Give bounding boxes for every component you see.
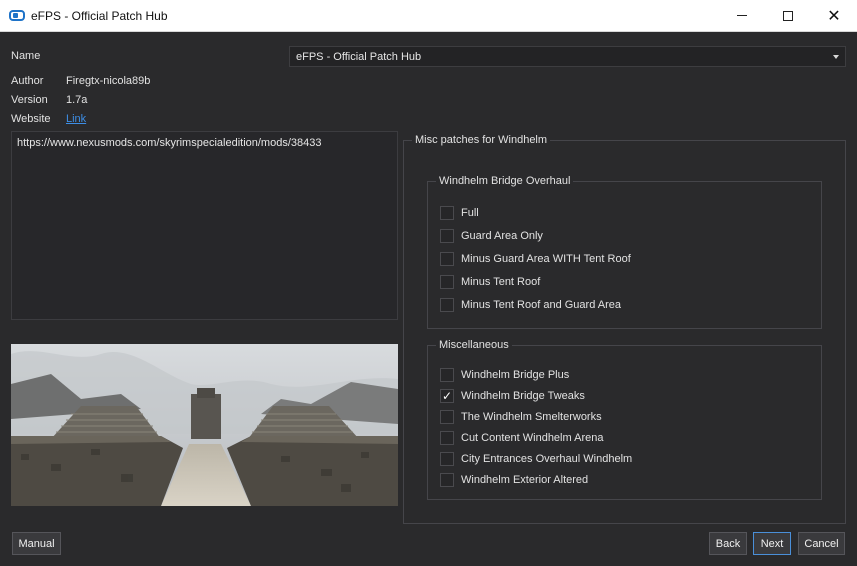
- dropdown-value: eFPS - Official Patch Hub: [296, 51, 422, 63]
- checkbox[interactable]: [440, 473, 454, 487]
- check-icon: ✓: [441, 389, 453, 403]
- checkbox-checked[interactable]: ✓: [440, 389, 454, 403]
- option-full[interactable]: Full: [440, 205, 479, 221]
- option-guard-area-only[interactable]: Guard Area Only: [440, 228, 543, 244]
- minimize-button[interactable]: [719, 0, 765, 31]
- checkbox[interactable]: [440, 410, 454, 424]
- title-bar: eFPS - Official Patch Hub ✕: [0, 0, 857, 32]
- back-button[interactable]: Back: [709, 532, 747, 555]
- preview-image: [11, 344, 398, 506]
- option-windhelm-bridge-tweaks[interactable]: ✓ Windhelm Bridge Tweaks: [440, 388, 585, 404]
- description-textarea[interactable]: https://www.nexusmods.com/skyrimspeciale…: [11, 131, 398, 320]
- option-windhelm-exterior-altered[interactable]: Windhelm Exterior Altered: [440, 472, 588, 488]
- website-label: Website: [11, 113, 51, 125]
- option-city-entrances-overhaul-windhelm[interactable]: City Entrances Overhaul Windhelm: [440, 451, 632, 467]
- window-title: eFPS - Official Patch Hub: [31, 9, 168, 23]
- name-label: Name: [11, 50, 41, 62]
- option-minus-tent-roof-and-guard-area[interactable]: Minus Tent Roof and Guard Area: [440, 297, 621, 313]
- cancel-button[interactable]: Cancel: [798, 532, 845, 555]
- miscellaneous-title: Miscellaneous: [436, 339, 512, 351]
- checkbox[interactable]: [440, 275, 454, 289]
- maximize-icon: [783, 10, 793, 21]
- maximize-button[interactable]: [765, 0, 811, 31]
- manual-button[interactable]: Manual: [12, 532, 61, 555]
- checkbox[interactable]: [440, 368, 454, 382]
- next-button[interactable]: Next: [753, 532, 791, 555]
- author-value: Firegtx-nicola89b: [66, 75, 151, 87]
- app-icon: [9, 10, 25, 21]
- checkbox[interactable]: [440, 252, 454, 266]
- checkbox[interactable]: [440, 229, 454, 243]
- preview-illustration: [11, 344, 398, 506]
- option-minus-tent-roof[interactable]: Minus Tent Roof: [440, 274, 540, 290]
- checkbox[interactable]: [440, 431, 454, 445]
- options-title: Misc patches for Windhelm: [412, 134, 551, 146]
- website-link[interactable]: Link: [66, 113, 86, 125]
- option-windhelm-smelterworks[interactable]: The Windhelm Smelterworks: [440, 409, 602, 425]
- chevron-down-icon: [833, 55, 839, 59]
- installer-name-dropdown[interactable]: eFPS - Official Patch Hub: [289, 46, 846, 67]
- bridge-overhaul-title: Windhelm Bridge Overhaul: [436, 175, 574, 187]
- checkbox[interactable]: [440, 206, 454, 220]
- option-minus-guard-area-with-tent-roof[interactable]: Minus Guard Area WITH Tent Roof: [440, 251, 631, 267]
- version-value: 1.7a: [66, 94, 88, 106]
- close-icon: ✕: [827, 5, 841, 25]
- checkbox[interactable]: [440, 298, 454, 312]
- close-button[interactable]: ✕: [811, 0, 857, 31]
- version-label: Version: [11, 94, 48, 106]
- description-text: https://www.nexusmods.com/skyrimspeciale…: [17, 137, 322, 149]
- option-cut-content-windhelm-arena[interactable]: Cut Content Windhelm Arena: [440, 430, 603, 446]
- author-label: Author: [11, 75, 44, 87]
- checkbox[interactable]: [440, 452, 454, 466]
- minimize-icon: [737, 15, 747, 16]
- option-windhelm-bridge-plus[interactable]: Windhelm Bridge Plus: [440, 367, 569, 383]
